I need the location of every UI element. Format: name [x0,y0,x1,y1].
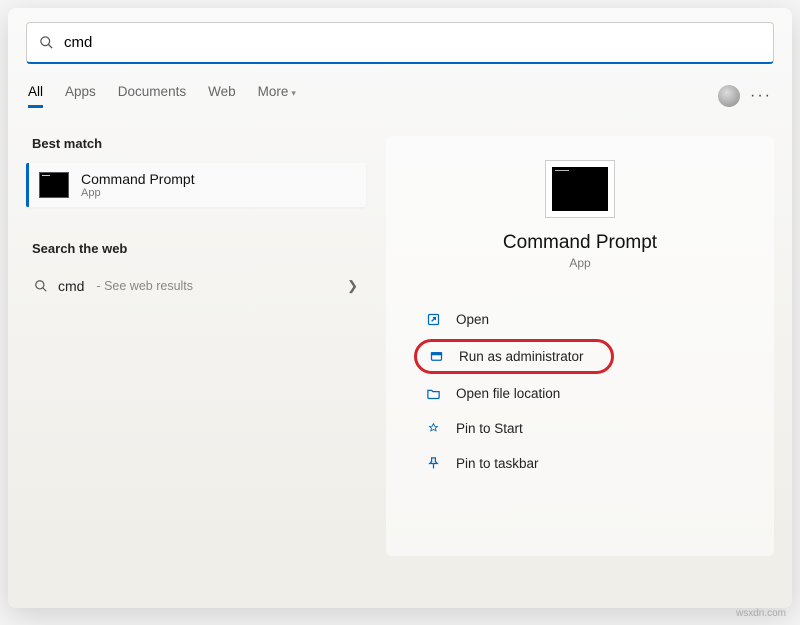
open-icon [424,312,442,327]
tab-all[interactable]: All [28,84,43,108]
watermark: wsxdn.com [736,608,786,619]
tab-documents[interactable]: Documents [118,84,186,108]
command-prompt-icon [552,167,608,211]
best-match-title: Command Prompt [81,171,195,187]
action-pin-to-taskbar[interactable]: Pin to taskbar [414,448,754,479]
pin-icon [424,421,442,436]
detail-pane: Command Prompt App Open Run as administr… [386,136,774,556]
action-label: Open [456,312,489,327]
actions-list: Open Run as administrator Open file loca… [406,304,754,479]
best-match-subtitle: App [81,187,195,199]
chevron-right-icon: ❯ [347,278,358,294]
detail-subtitle: App [406,256,754,270]
search-input[interactable] [64,34,761,51]
tab-more-label: More [258,84,289,99]
chevron-down-icon: ▾ [291,88,296,98]
search-web-label: Search the web [32,241,366,256]
action-label: Open file location [456,386,560,401]
web-term: cmd [58,278,84,294]
results-column: Best match Command Prompt App Search the… [26,136,366,556]
detail-title: Command Prompt [406,232,754,254]
detail-thumbnail [545,160,615,218]
action-label: Pin to taskbar [456,456,539,471]
action-pin-to-start[interactable]: Pin to Start [414,413,754,444]
folder-icon [424,386,442,401]
action-run-as-administrator[interactable]: Run as administrator [414,339,614,374]
action-label: Pin to Start [456,421,523,436]
tab-web[interactable]: Web [208,84,236,108]
web-result-item[interactable]: cmd - See web results ❯ [26,268,366,304]
search-icon [34,279,48,293]
web-hint: - See web results [96,279,193,293]
action-open[interactable]: Open [414,304,754,335]
pin-icon [424,456,442,471]
command-prompt-icon [39,172,69,198]
search-panel: All Apps Documents Web More▾ ··· Best ma… [8,8,792,608]
search-bar[interactable] [26,22,774,64]
action-open-file-location[interactable]: Open file location [414,378,754,409]
action-label: Run as administrator [459,349,584,364]
tabs-row: All Apps Documents Web More▾ ··· [26,84,774,108]
tab-apps[interactable]: Apps [65,84,96,108]
best-match-label: Best match [32,136,366,151]
avatar[interactable] [718,85,740,107]
admin-icon [427,349,445,364]
more-options-button[interactable]: ··· [750,87,772,105]
tab-more[interactable]: More▾ [258,84,296,108]
search-icon [39,35,54,50]
best-match-item[interactable]: Command Prompt App [26,163,366,207]
